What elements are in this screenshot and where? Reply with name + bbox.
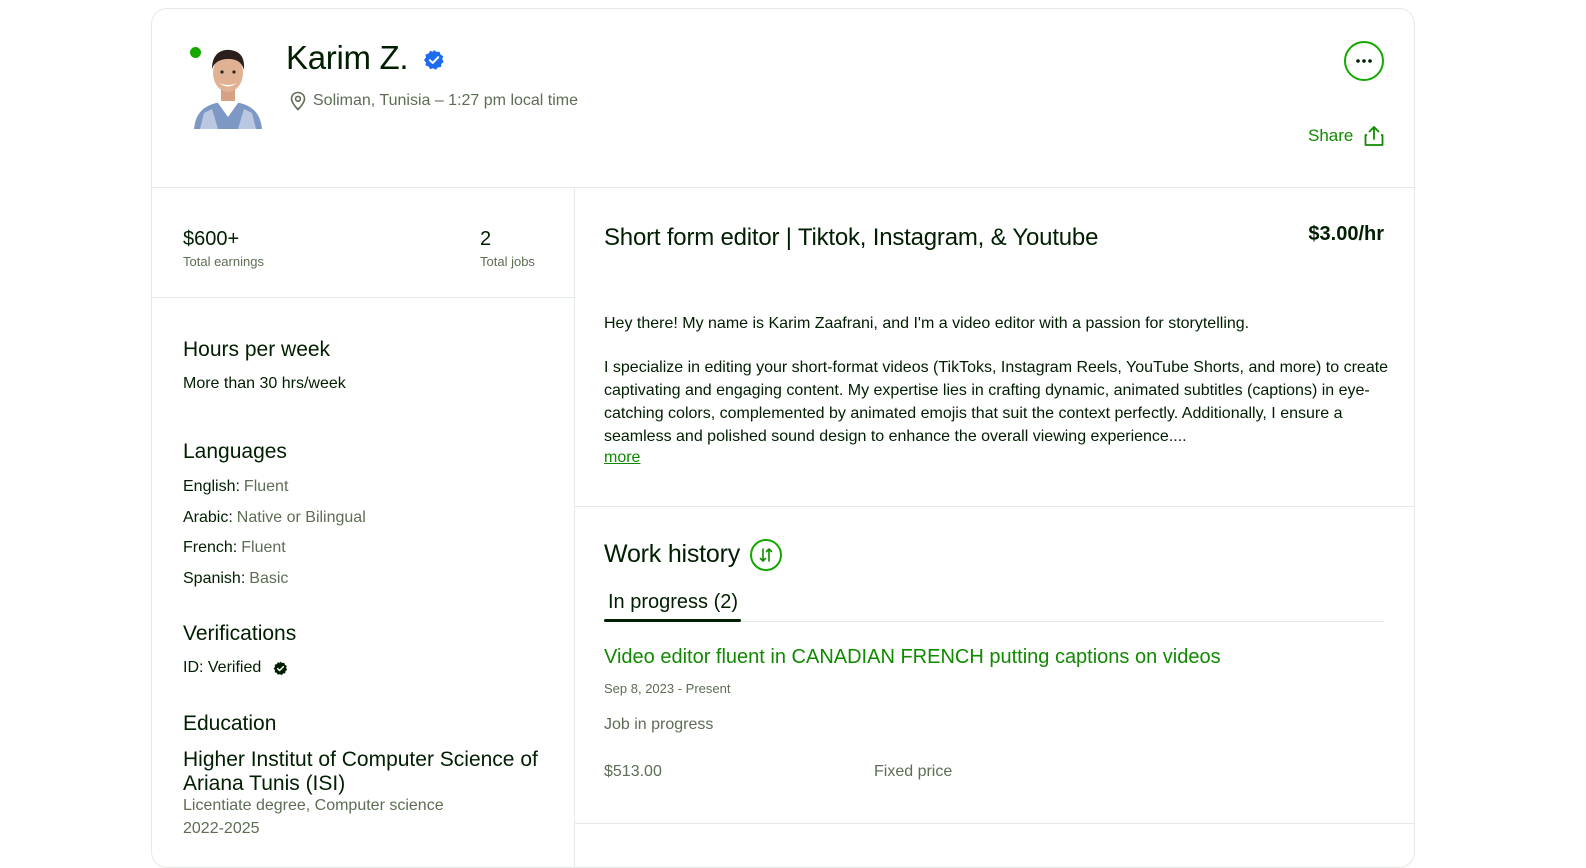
stats-panel: $600+ Total earnings 2 Total jobs [152, 187, 574, 298]
online-status-dot [188, 45, 203, 60]
total-earnings-label: Total earnings [183, 254, 264, 269]
profile-bio: Hey there! My name is Karim Zaafrani, an… [604, 312, 1394, 448]
bio-paragraph: Hey there! My name is Karim Zaafrani, an… [604, 315, 1250, 332]
share-label: Share [1308, 126, 1354, 145]
education-title: Education [183, 712, 277, 735]
ellipsis-icon [1356, 59, 1372, 63]
profile-header: Karim Z. Soliman, Tunisia – 1:27 pm loca… [152, 9, 1414, 188]
verifications-title: Verifications [183, 622, 297, 645]
total-earnings-value: $600+ [183, 228, 240, 250]
language-row: French: Fluent [183, 539, 286, 557]
language-level: Basic [249, 570, 289, 587]
language-row: English: Fluent [183, 478, 288, 496]
profile-sidebar: $600+ Total earnings 2 Total jobs Hours … [152, 187, 575, 867]
share-icon [1364, 126, 1384, 146]
profile-card: Karim Z. Soliman, Tunisia – 1:27 pm loca… [151, 8, 1415, 868]
sort-button[interactable] [750, 539, 782, 571]
bio-more-link[interactable]: more [604, 449, 640, 467]
language-level: Native or Bilingual [236, 509, 366, 526]
language-row: Spanish: Basic [183, 570, 288, 588]
avatar[interactable] [192, 43, 264, 129]
hours-per-week-value: More than 30 hrs/week [183, 375, 346, 392]
active-tab-indicator [604, 619, 741, 622]
sort-arrows-icon [759, 548, 773, 562]
languages-title: Languages [183, 440, 287, 463]
location-pin-icon [290, 91, 306, 111]
job-price: $513.00 [604, 763, 662, 780]
education-school-line: Higher Institut of Computer Science of [183, 748, 538, 771]
profile-name: Karim Z. [286, 39, 409, 76]
job-title-link[interactable]: Video editor fluent in CANADIAN FRENCH p… [604, 646, 1221, 669]
language-name: English: [183, 478, 240, 495]
hourly-rate: $3.00/hr [1308, 223, 1384, 245]
verified-check-icon [273, 661, 288, 675]
more-options-button[interactable] [1344, 41, 1384, 81]
language-name: Arabic: [183, 509, 233, 526]
language-row: Arabic: Native or Bilingual [183, 509, 366, 527]
language-name: French: [183, 539, 238, 556]
hours-per-week-title: Hours per week [183, 338, 331, 361]
profile-location: Soliman, Tunisia – 1:27 pm local time [313, 92, 579, 109]
job-dates: Sep 8, 2023 - Present [604, 681, 731, 696]
education-school-line: Ariana Tunis (ISI) [183, 772, 346, 795]
tab-in-progress[interactable]: In progress (2) [604, 591, 742, 614]
job-type: Fixed price [874, 763, 953, 780]
job-status: Job in progress [604, 716, 714, 733]
total-jobs-value: 2 [480, 228, 492, 250]
work-history-title: Work history [604, 540, 741, 568]
work-history-section: Work history In progress (2) Video edito… [574, 507, 1414, 824]
bio-paragraph: I specialize in editing your short-forma… [604, 359, 1389, 445]
id-verified-row: ID: Verified [183, 659, 288, 677]
education-years: 2022-2025 [183, 820, 260, 837]
profile-main: Short form editor | Tiktok, Instagram, &… [574, 187, 1414, 867]
education-degree: Licentiate degree, Computer science [183, 797, 444, 814]
verified-badge-icon [423, 49, 444, 70]
share-button[interactable]: Share [1308, 125, 1385, 147]
language-level: Fluent [243, 478, 289, 495]
education-school: Higher Institut of Computer Science of A… [183, 748, 538, 796]
profile-title: Short form editor | Tiktok, Instagram, &… [604, 224, 1099, 251]
language-level: Fluent [241, 539, 286, 556]
id-verified-label: ID: Verified [183, 659, 262, 676]
overview-section: Short form editor | Tiktok, Instagram, &… [574, 187, 1414, 507]
total-jobs-label: Total jobs [480, 254, 535, 269]
language-name: Spanish: [183, 570, 246, 587]
